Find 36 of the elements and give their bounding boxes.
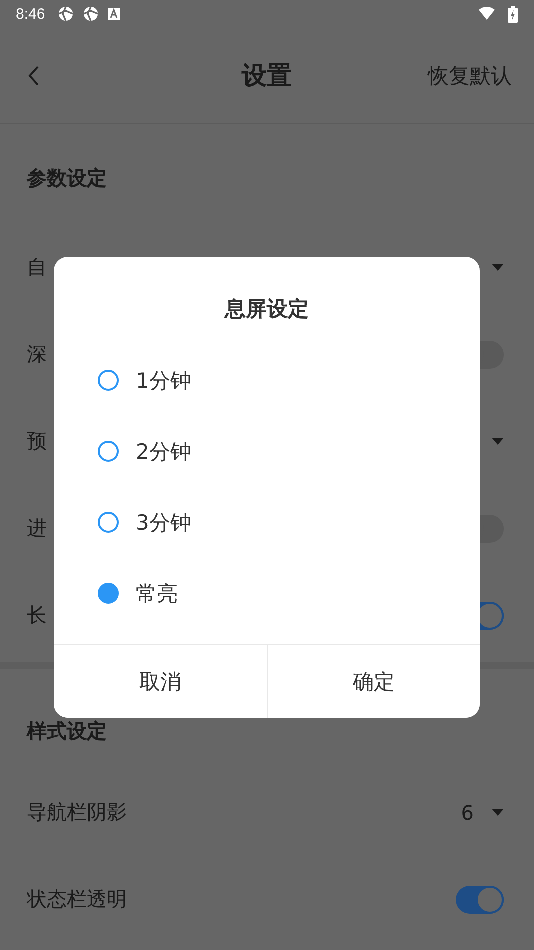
setting-label: 深 bbox=[27, 341, 47, 368]
radio-button[interactable] bbox=[98, 512, 119, 533]
keyboard-icon bbox=[108, 8, 120, 20]
battery-icon bbox=[508, 6, 518, 22]
dropdown-caret-icon[interactable] bbox=[492, 438, 504, 445]
option-label: 3分钟 bbox=[136, 510, 192, 536]
dropdown-caret-icon[interactable] bbox=[492, 264, 504, 271]
section-title: 参数设定 bbox=[27, 166, 107, 190]
radio-button[interactable] bbox=[98, 441, 119, 462]
section-title: 样式设定 bbox=[27, 719, 107, 743]
setting-label: 导航栏阴影 bbox=[27, 799, 127, 826]
toggle-switch[interactable] bbox=[456, 886, 504, 914]
radio-button[interactable] bbox=[98, 370, 119, 391]
setting-label: 进 bbox=[27, 515, 47, 542]
option-label: 常亮 bbox=[136, 580, 178, 608]
aperture-icon bbox=[58, 6, 74, 22]
setting-label: 预 bbox=[27, 428, 47, 455]
dropdown-caret-icon[interactable] bbox=[492, 809, 504, 816]
option-label: 2分钟 bbox=[136, 438, 192, 466]
option-label: 1分钟 bbox=[136, 368, 192, 394]
back-icon[interactable] bbox=[28, 66, 40, 86]
cancel-button[interactable]: 取消 bbox=[54, 645, 268, 718]
setting-label: 长 bbox=[27, 602, 47, 629]
radio-button[interactable] bbox=[98, 583, 119, 604]
radio-option[interactable]: 1分钟 bbox=[54, 345, 480, 416]
radio-option[interactable]: 2分钟 bbox=[54, 416, 480, 487]
dialog-title: 息屏设定 bbox=[223, 296, 310, 323]
setting-label: 状态栏透明 bbox=[27, 886, 127, 913]
setting-value: 6 bbox=[461, 800, 474, 824]
wifi-icon bbox=[479, 6, 495, 22]
setting-label: 自 bbox=[27, 254, 47, 281]
page-title: 设置 bbox=[242, 60, 292, 92]
radio-option[interactable]: 常亮 bbox=[54, 558, 480, 629]
radio-option[interactable]: 3分钟 bbox=[54, 487, 480, 558]
status-time: 8:46 bbox=[16, 6, 46, 22]
aperture-icon bbox=[83, 6, 100, 22]
